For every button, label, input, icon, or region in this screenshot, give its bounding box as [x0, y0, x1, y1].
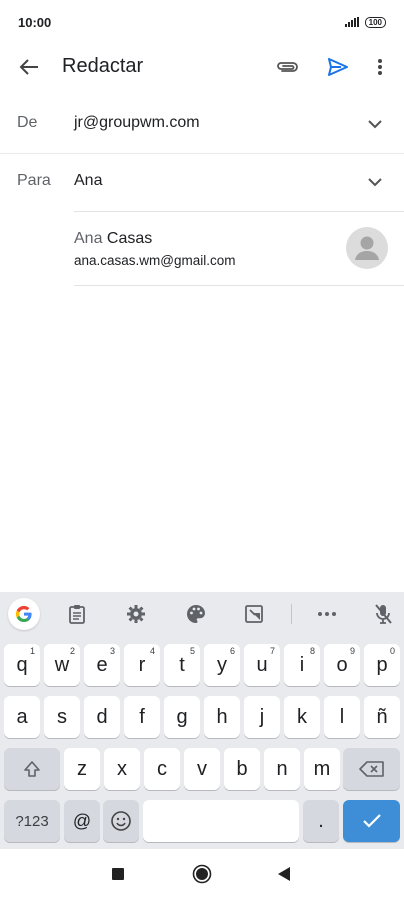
- from-row[interactable]: De jr@groupwm.com: [0, 95, 404, 153]
- at-key[interactable]: @: [64, 800, 100, 842]
- key-label: e: [96, 653, 108, 676]
- google-icon[interactable]: [8, 598, 40, 630]
- theme-palette-icon[interactable]: [182, 600, 210, 628]
- symbols-key[interactable]: ?123: [4, 800, 60, 842]
- suggestion-email: ana.casas.wm@gmail.com: [74, 253, 236, 268]
- attachment-icon[interactable]: [272, 52, 304, 82]
- toolbar-divider: [291, 604, 292, 624]
- navigation-bar: [0, 849, 404, 897]
- emoji-icon: [111, 811, 131, 831]
- key-y[interactable]: 6y: [204, 644, 240, 686]
- contact-suggestion[interactable]: Ana Casas ana.casas.wm@gmail.com: [74, 213, 404, 283]
- divider: [74, 285, 404, 286]
- keyboard: 1q2w3e4r5t6y7u8i9o0p asdfghjklñ zxcvbnm …: [0, 592, 404, 849]
- back-arrow-icon[interactable]: [14, 52, 44, 82]
- key-hint: 0: [389, 646, 395, 656]
- key-v[interactable]: v: [184, 748, 220, 790]
- key-ñ[interactable]: ñ: [364, 696, 400, 738]
- key-m[interactable]: m: [304, 748, 340, 790]
- more-icon[interactable]: [313, 600, 341, 628]
- key-hint: 5: [189, 646, 195, 656]
- mic-off-icon[interactable]: [369, 600, 397, 628]
- clipboard-icon[interactable]: [63, 600, 91, 628]
- status-time: 10:00: [18, 14, 52, 30]
- to-row[interactable]: Para Ana: [0, 153, 404, 211]
- key-r[interactable]: 4r: [124, 644, 160, 686]
- app-bar: Redactar: [0, 44, 404, 90]
- key-x[interactable]: x: [104, 748, 140, 790]
- key-label: t: [179, 653, 185, 676]
- page-title: Redactar: [62, 55, 144, 77]
- back-icon[interactable]: [273, 863, 295, 885]
- key-label: p: [376, 653, 388, 676]
- key-label: q: [16, 653, 28, 676]
- key-label: o: [336, 653, 348, 676]
- key-a[interactable]: a: [4, 696, 40, 738]
- to-label: Para: [17, 172, 51, 189]
- key-hint: 7: [269, 646, 275, 656]
- recents-icon[interactable]: [107, 863, 129, 885]
- signal-icon: [344, 17, 359, 27]
- chevron-down-icon[interactable]: [364, 115, 386, 133]
- settings-gear-icon[interactable]: [122, 600, 150, 628]
- checkmark-icon: [362, 814, 381, 828]
- key-l[interactable]: l: [324, 696, 360, 738]
- key-n[interactable]: n: [264, 748, 300, 790]
- key-h[interactable]: h: [204, 696, 240, 738]
- key-hint: 8: [309, 646, 315, 656]
- key-t[interactable]: 5t: [164, 644, 200, 686]
- home-icon[interactable]: [191, 863, 213, 885]
- key-f[interactable]: f: [124, 696, 160, 738]
- suggestion-name-match: Ana: [74, 230, 103, 247]
- key-j[interactable]: j: [244, 696, 280, 738]
- key-u[interactable]: 7u: [244, 644, 280, 686]
- key-i[interactable]: 8i: [284, 644, 320, 686]
- from-field[interactable]: jr@groupwm.com: [74, 114, 200, 132]
- status-icons: 100: [344, 16, 386, 28]
- key-w[interactable]: 2w: [44, 644, 80, 686]
- suggestion-name-rest: Casas: [102, 230, 153, 247]
- divider: [74, 211, 404, 212]
- key-hint: 2: [69, 646, 75, 656]
- key-d[interactable]: d: [84, 696, 120, 738]
- key-hint: 6: [229, 646, 235, 656]
- key-hint: 9: [349, 646, 355, 656]
- shift-key[interactable]: [4, 748, 60, 790]
- chevron-down-icon[interactable]: [364, 173, 386, 191]
- key-hint: 3: [109, 646, 115, 656]
- suggestion-name: Ana Casas: [74, 230, 152, 248]
- avatar: [346, 227, 388, 269]
- key-b[interactable]: b: [224, 748, 260, 790]
- key-hint: 1: [29, 646, 35, 656]
- key-q[interactable]: 1q: [4, 644, 40, 686]
- key-label: w: [54, 653, 70, 676]
- key-g[interactable]: g: [164, 696, 200, 738]
- keyboard-toolbar: [0, 592, 404, 636]
- key-o[interactable]: 9o: [324, 644, 360, 686]
- key-e[interactable]: 3e: [84, 644, 120, 686]
- to-field[interactable]: Ana: [74, 172, 102, 190]
- key-k[interactable]: k: [284, 696, 320, 738]
- key-hint: 4: [149, 646, 155, 656]
- send-icon[interactable]: [322, 52, 354, 82]
- period-key[interactable]: .: [303, 800, 339, 842]
- backspace-key[interactable]: [343, 748, 400, 790]
- enter-key[interactable]: [343, 800, 400, 842]
- key-c[interactable]: c: [144, 748, 180, 790]
- key-label: r: [138, 653, 146, 676]
- key-p[interactable]: 0p: [364, 644, 400, 686]
- key-label: y: [217, 653, 227, 676]
- resize-keyboard-icon[interactable]: [240, 600, 268, 628]
- battery-icon: 100: [364, 16, 386, 28]
- space-key[interactable]: [143, 800, 299, 842]
- key-z[interactable]: z: [64, 748, 100, 790]
- from-label: De: [17, 114, 38, 131]
- key-label: u: [256, 653, 268, 676]
- more-options-icon[interactable]: [366, 52, 394, 82]
- emoji-key[interactable]: [103, 800, 139, 842]
- status-bar: 10:00 100: [0, 0, 404, 44]
- key-s[interactable]: s: [44, 696, 80, 738]
- key-label: i: [299, 653, 305, 676]
